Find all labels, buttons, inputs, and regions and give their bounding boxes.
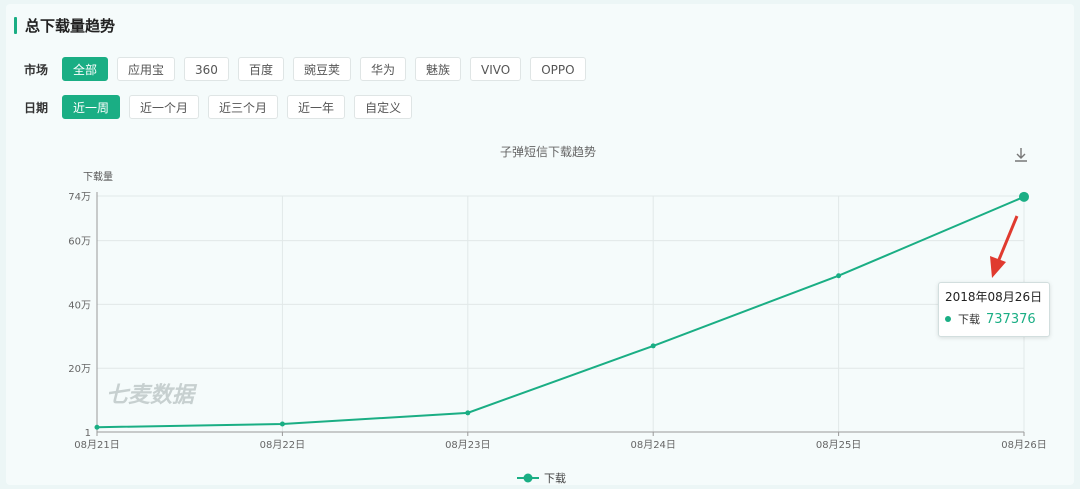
y-tick-label: 40万 — [68, 300, 91, 311]
data-point[interactable] — [465, 410, 471, 416]
data-point[interactable] — [1019, 191, 1029, 202]
download-trend-chart: 子弹短信下载趋势 下载量 七麦数据 1 20万 40万 60万 74万 08月21日 08月… — [68, 145, 1047, 485]
data-point[interactable] — [94, 424, 100, 430]
chart-title: 子弹短信下载趋势 — [500, 145, 596, 159]
arrow-head — [990, 256, 1006, 278]
tooltip-row: 下载 737376 — [945, 311, 1043, 327]
tooltip-date: 2018年08月26日 — [945, 290, 1043, 304]
x-tick-label: 08月24日 — [630, 439, 675, 451]
y-axis-label: 下载量 — [83, 171, 113, 183]
data-point[interactable] — [279, 421, 285, 427]
y-tick-label: 1 — [85, 428, 91, 439]
arrow-shaft — [996, 215, 1019, 263]
legend[interactable]: 下载 — [517, 472, 566, 485]
x-tick-label: 08月23日 — [445, 439, 490, 451]
axes: 1 20万 40万 60万 74万 08月21日 08月22日 08月23日 08月24日 08月… — [68, 192, 1047, 451]
tooltip-series-name: 下载 — [958, 313, 980, 326]
annotation-arrow — [990, 215, 1019, 278]
x-tick-label: 08月21日 — [74, 439, 119, 451]
download-icon[interactable] — [1012, 146, 1030, 164]
data-point[interactable] — [650, 343, 656, 349]
series-download — [94, 191, 1029, 430]
tooltip-value: 737376 — [986, 311, 1036, 327]
y-tick-label: 74万 — [68, 192, 91, 203]
watermark: 七麦数据 — [106, 383, 198, 408]
legend-label: 下载 — [544, 472, 566, 485]
series-line — [96, 195, 1025, 429]
y-tick-label: 20万 — [68, 364, 91, 375]
data-tooltip: 2018年08月26日 下载 737376 — [938, 282, 1050, 337]
x-tick-label: 08月25日 — [816, 439, 861, 451]
tooltip-series-dot — [945, 316, 951, 322]
x-tick-label: 08月22日 — [260, 439, 305, 451]
legend-marker — [523, 473, 533, 483]
y-tick-label: 60万 — [68, 237, 91, 248]
x-tick-label: 08月26日 — [1001, 439, 1046, 451]
data-point[interactable] — [836, 273, 842, 279]
grid-lines — [97, 195, 1025, 432]
